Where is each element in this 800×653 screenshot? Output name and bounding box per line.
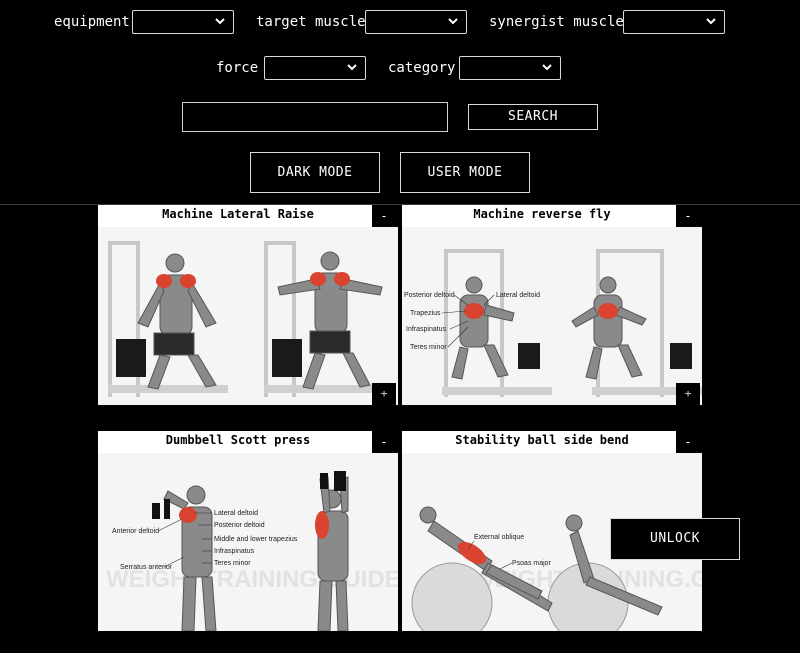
muscle-label: Posterior deltoid: [404, 292, 455, 299]
collapse-button[interactable]: -: [676, 205, 700, 227]
chevron-down-icon: [706, 18, 716, 25]
expand-button[interactable]: +: [372, 383, 396, 405]
exercise-image: Posterior deltoid Lateral deltoid Trapez…: [402, 227, 702, 405]
muscle-label: Teres minor: [214, 560, 251, 567]
target-muscle-select[interactable]: [365, 10, 467, 34]
card-title: Stability ball side bend: [455, 433, 629, 447]
exercise-card[interactable]: Dumbbell Scott press - WEIGHTTRAINING.GU…: [98, 431, 402, 653]
card-title: Dumbbell Scott press: [165, 433, 311, 447]
exercise-card[interactable]: Machine Lateral Raise - +: [98, 205, 402, 427]
card-title: Machine Lateral Raise: [162, 207, 314, 221]
muscle-label: External oblique: [474, 534, 524, 541]
muscle-label: Middle and lower trapezius: [214, 536, 298, 543]
muscle-label: Posterior deltoid: [214, 522, 265, 529]
unlock-button[interactable]: UNLOCK: [610, 518, 740, 560]
muscle-label: Lateral deltoid: [214, 510, 258, 517]
muscle-label: Serratus anterior: [120, 564, 173, 571]
chevron-down-icon: [215, 18, 225, 25]
collapse-button[interactable]: -: [372, 431, 396, 453]
filter-panel: equipment target muscle synergist muscle…: [0, 0, 800, 204]
force-select[interactable]: [264, 56, 366, 80]
exercise-image: WEIGHTTRAINING.GUIDE Lateral deltoid Pos…: [98, 453, 398, 631]
synergist-muscle-select[interactable]: [623, 10, 725, 34]
target-muscle-label: target muscle: [256, 14, 366, 30]
muscle-label: Anterior deltoid: [112, 528, 159, 535]
muscle-label: Trapezius: [410, 310, 441, 317]
exercise-card[interactable]: Machine reverse fly - Posterior deltoid …: [402, 205, 706, 427]
equipment-label: equipment: [54, 14, 130, 30]
user-mode-button[interactable]: USER MODE: [400, 152, 530, 193]
search-button[interactable]: SEARCH: [468, 104, 598, 130]
muscle-label: Lateral deltoid: [496, 292, 540, 299]
muscle-label: Teres minor: [410, 344, 447, 351]
dark-mode-button[interactable]: DARK MODE: [250, 152, 380, 193]
equipment-select[interactable]: [132, 10, 234, 34]
muscle-label: Psoas major: [512, 560, 552, 567]
card-title-bar: Dumbbell Scott press: [98, 431, 378, 453]
category-select[interactable]: [459, 56, 561, 80]
chevron-down-icon: [542, 64, 552, 71]
card-title-bar: Machine Lateral Raise: [98, 205, 378, 227]
collapse-button[interactable]: -: [676, 431, 700, 453]
force-label: force: [216, 60, 259, 76]
category-label: category: [388, 60, 456, 76]
card-title: Machine reverse fly: [473, 207, 611, 221]
muscle-label: Infraspinatus: [214, 548, 255, 555]
synergist-muscle-label: synergist muscle: [489, 14, 624, 30]
muscle-label: Infraspinatus: [406, 326, 447, 333]
card-title-bar: Stability ball side bend: [402, 431, 682, 453]
collapse-button[interactable]: -: [372, 205, 396, 227]
chevron-down-icon: [448, 18, 458, 25]
exercise-image: [98, 227, 398, 405]
search-input[interactable]: [182, 102, 448, 132]
expand-button[interactable]: +: [676, 383, 700, 405]
card-title-bar: Machine reverse fly: [402, 205, 682, 227]
chevron-down-icon: [347, 64, 357, 71]
